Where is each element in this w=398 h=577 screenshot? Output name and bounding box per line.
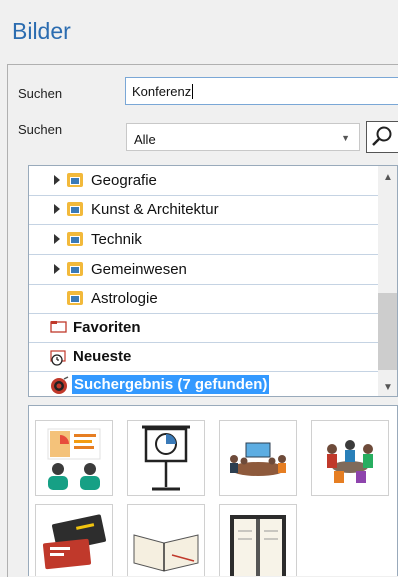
tree-item-suchergebnis[interactable]: Suchergebnis (7 gefunden) — [29, 371, 378, 396]
projector-screen-thumbnail[interactable] — [127, 420, 205, 496]
expand-arrow-icon[interactable] — [54, 234, 60, 244]
favorites-folder-icon — [50, 321, 67, 333]
tree-item-label: Neueste — [73, 348, 132, 365]
scroll-down-icon[interactable]: ▼ — [383, 382, 393, 393]
expand-arrow-icon[interactable] — [54, 204, 60, 214]
magnifier-icon — [372, 126, 392, 146]
category-tree[interactable]: Geografie Kunst & Architektur Technik Ge… — [28, 165, 398, 397]
tree-item-label: Technik — [91, 231, 142, 248]
filter-dropdown[interactable]: Alle ▼ — [126, 123, 360, 151]
image-folder-icon — [67, 232, 83, 246]
search-result-icon — [51, 376, 69, 394]
business-cards-thumbnail[interactable] — [35, 504, 113, 576]
agenda-book-thumbnail[interactable] — [219, 504, 297, 576]
image-folder-icon — [67, 291, 83, 305]
panel-title: Bilder — [12, 18, 71, 44]
tree-item-label: Favoriten — [73, 319, 141, 336]
tree-item-neueste[interactable]: Neueste — [29, 342, 378, 372]
search-input[interactable]: Konferenz — [125, 77, 398, 105]
result-thumbnails — [28, 405, 398, 576]
tree-item-technik[interactable]: Technik — [29, 225, 378, 255]
scrollbar-thumb[interactable] — [378, 293, 397, 370]
tree-item-geografie[interactable]: Geografie — [29, 166, 378, 196]
tree-item-favoriten[interactable]: Favoriten — [29, 313, 378, 343]
filter-value: Alle — [134, 132, 156, 147]
tree-item-label: Astrologie — [91, 290, 158, 307]
search-query-text: Konferenz — [132, 84, 192, 99]
search-button[interactable] — [366, 121, 398, 153]
image-folder-icon — [67, 173, 83, 187]
search-label: Suchen — [18, 86, 63, 101]
tree-item-astrologie[interactable]: Astrologie — [29, 284, 378, 314]
open-notebook-thumbnail[interactable] — [127, 504, 205, 576]
tree-scrollbar[interactable]: ▲ ▼ — [378, 166, 397, 396]
tree-item-label: Kunst & Architektur — [91, 201, 219, 218]
tree-item-gemeinwesen[interactable]: Gemeinwesen — [29, 255, 378, 285]
expand-arrow-icon[interactable] — [54, 175, 60, 185]
image-folder-icon — [67, 202, 83, 216]
tree-item-kunst-architektur[interactable]: Kunst & Architektur — [29, 195, 378, 225]
text-caret — [192, 84, 194, 99]
presentation-people-thumbnail[interactable] — [35, 420, 113, 496]
tree-item-label: Geografie — [91, 172, 157, 189]
tree-item-label: Gemeinwesen — [91, 261, 187, 278]
team-discussion-thumbnail[interactable] — [311, 420, 389, 496]
meeting-table-thumbnail[interactable] — [219, 420, 297, 496]
chevron-down-icon: ▼ — [341, 133, 350, 143]
tree-item-label: Suchergebnis (7 gefunden) — [72, 375, 270, 394]
expand-arrow-icon[interactable] — [54, 264, 60, 274]
filter-label: Suchen — [18, 122, 63, 137]
scroll-up-icon[interactable]: ▲ — [383, 172, 393, 183]
image-folder-icon — [67, 262, 83, 276]
recent-clock-icon — [50, 350, 66, 366]
